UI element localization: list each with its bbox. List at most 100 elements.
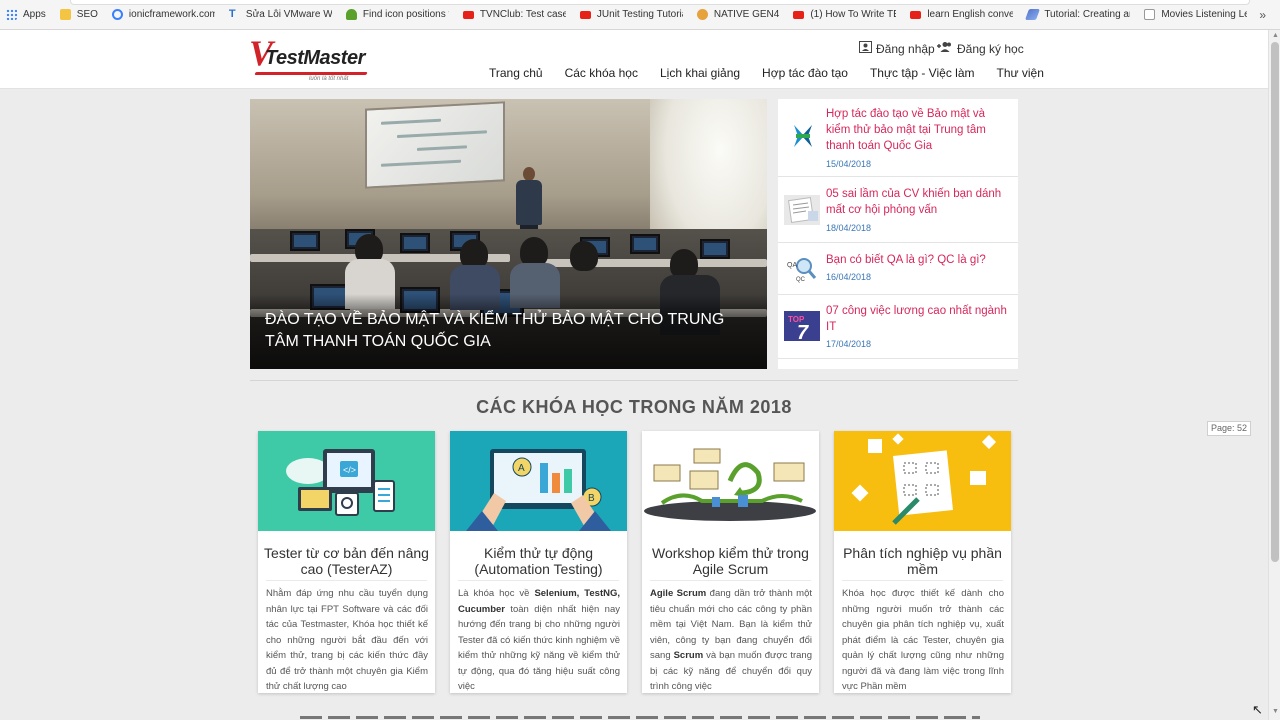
hero-photo-projector-screen	[365, 101, 505, 189]
nav-courses[interactable]: Các khóa học	[565, 66, 638, 80]
news-date: 18/04/2018	[826, 223, 872, 233]
desc-text: toàn diện nhất hiện nay hướng đến trang …	[458, 603, 620, 693]
page-icon	[1144, 9, 1156, 20]
course-card-agile-scrum[interactable]: Workshop kiểm thử trong Agile Scrum Agil…	[642, 431, 819, 693]
bookmark-label: Apps	[23, 9, 46, 20]
news-title[interactable]: Bạn có biết QA là gì? QC là gì?	[826, 252, 1012, 268]
register-label: Đăng ký học	[957, 41, 1024, 56]
course-card-business-analysis[interactable]: Phân tích nghiệp vụ phần mềm Khóa học đư…	[834, 431, 1011, 693]
course-description: Agile Scrum đang dần trở thành một tiêu …	[650, 586, 812, 695]
course-description: Nhằm đáp ứng nhu cầu tuyển dụng nhân lực…	[266, 588, 428, 692]
section-divider	[250, 380, 1018, 381]
news-item[interactable]: Hợp tác đào tạo về Bảo mật và kiểm thử b…	[778, 99, 1018, 177]
user-card-icon	[859, 41, 872, 56]
main-nav: Trang chủ Các khóa học Lịch khai giảng H…	[489, 66, 1066, 80]
svg-text:B: B	[588, 493, 595, 504]
news-item[interactable]: 05 sai lầm của CV khiến bạn dánh mất cơ …	[778, 177, 1018, 243]
bookmark-label: Find icon positions f	[362, 9, 449, 20]
t-logo-icon: T	[228, 8, 236, 20]
youtube-icon	[462, 10, 474, 19]
bookmark-label: NATIVE GEN4	[713, 9, 780, 20]
course-title[interactable]: Tester từ cơ bản đến nâng cao (TesterAZ)	[264, 545, 429, 577]
bookmark-label: Tutorial: Creating an	[1044, 9, 1131, 20]
bookmark-label: Movies Listening Le	[1161, 9, 1248, 20]
course-card-automation[interactable]: A B Kiểm thử tự động (Automation Testing…	[450, 431, 627, 693]
news-item[interactable]: TOP 7 07 công việc lương cao nhất ngành …	[778, 295, 1018, 359]
courses-section-title: CÁC KHÓA HỌC TRONG NĂM 2018	[476, 397, 792, 417]
youtube-icon	[579, 10, 591, 19]
bookmark-label: ionicframework.com	[128, 9, 215, 20]
logo-text: TestMaster	[265, 47, 365, 69]
bookmark-apps[interactable]: Apps	[6, 0, 46, 29]
site-header: V TestMaster luôn là tốt nhất Đăng nhập …	[0, 30, 1268, 89]
course-card-testeraz[interactable]: </> Tester từ cơ bản đến nâng cao (Teste…	[258, 431, 435, 693]
bookmark-label: Sửa Lỗi VMware Wo	[245, 9, 332, 20]
address-bar-edge	[70, 0, 1250, 5]
testmaster-logo[interactable]: V TestMaster luôn là tốt nhất	[249, 33, 374, 85]
next-section-text-cutoff	[300, 712, 980, 720]
youtube-icon	[793, 10, 805, 19]
scrollbar-thumb[interactable]	[1271, 42, 1279, 562]
card-divider	[842, 580, 1003, 581]
register-link[interactable]: Đăng ký học	[936, 41, 1024, 56]
hero-slide[interactable]: ĐÀO TẠO VỀ BẢO MẬT VÀ KIỂM THỬ BẢO MẬT C…	[250, 99, 767, 369]
card-divider	[650, 580, 811, 581]
page-scrollbar[interactable]: ▲ ▼	[1268, 30, 1280, 720]
news-date: 15/04/2018	[826, 159, 872, 169]
svg-text:7: 7	[797, 322, 809, 341]
news-sidebar: Hợp tác đào tạo về Bảo mật và kiểm thử b…	[778, 99, 1018, 369]
desc-text: Là khóa học về	[458, 588, 535, 599]
nav-home[interactable]: Trang chủ	[489, 66, 543, 80]
mouse-cursor-icon: ↖	[1252, 702, 1263, 717]
course-image-automation: A B	[450, 431, 627, 531]
svg-text:QC: QC	[796, 277, 806, 283]
nav-internship-jobs[interactable]: Thực tập - Việc làm	[870, 66, 975, 80]
scroll-up-arrow-icon[interactable]: ▲	[1272, 32, 1279, 39]
logo-tagline: luôn là tốt nhất	[309, 76, 349, 82]
bookmark-label: JUnit Testing Tutoria	[596, 9, 683, 20]
news-date: 17/04/2018	[826, 339, 872, 349]
feather-icon	[1025, 9, 1041, 20]
svg-text:</>: </>	[343, 465, 356, 475]
top7-icon: TOP 7	[784, 311, 820, 344]
nav-library[interactable]: Thư viện	[996, 66, 1043, 80]
svg-text:A: A	[518, 463, 525, 474]
cv-document-icon	[784, 195, 820, 225]
youtube-icon	[910, 10, 922, 19]
login-link[interactable]: Đăng nhập	[859, 41, 935, 56]
news-title[interactable]: Hợp tác đào tạo về Bảo mật và kiểm thử b…	[826, 106, 1012, 154]
course-description: Khóa học được thiết kế dành cho những ng…	[842, 588, 1004, 692]
apps-grid-icon	[6, 9, 17, 20]
login-label: Đăng nhập	[876, 41, 935, 56]
course-title[interactable]: Phân tích nghiệp vụ phần mềm	[840, 545, 1005, 577]
desc-emphasis: Agile Scrum	[650, 588, 707, 599]
card-divider	[266, 580, 427, 581]
nav-schedule[interactable]: Lịch khai giảng	[660, 66, 740, 80]
course-image-business-analysis	[834, 431, 1011, 531]
news-date: 16/04/2018	[826, 272, 872, 282]
bookmarks-overflow-button[interactable]: »	[1259, 8, 1266, 22]
news-item[interactable]: QA QC Bạn có biết QA là gì? QC là gì? 16…	[778, 243, 1018, 295]
course-title[interactable]: Workshop kiểm thử trong Agile Scrum	[648, 545, 813, 577]
folder-icon	[59, 9, 71, 20]
ionic-icon	[111, 9, 123, 20]
course-image-scrum-board	[642, 431, 819, 531]
add-user-icon	[936, 41, 953, 56]
hero-caption[interactable]: ĐÀO TẠO VỀ BẢO MẬT VÀ KIỂM THỬ BẢO MẬT C…	[265, 309, 745, 353]
qa-qc-magnifier-icon: QA QC	[784, 255, 820, 285]
course-title[interactable]: Kiểm thử tự động (Automation Testing)	[456, 545, 621, 577]
bookmark-label: learn English conver	[927, 9, 1014, 20]
plant-icon	[345, 9, 357, 20]
bookmarks-bar: Apps SEO ionicframework.com T Sửa Lỗi VM…	[0, 0, 1280, 30]
news-title[interactable]: 07 công việc lương cao nhất ngành IT	[826, 303, 1012, 335]
logo-swoosh	[254, 72, 368, 75]
desc-emphasis: Scrum	[673, 650, 704, 661]
nav-partnership[interactable]: Hợp tác đào tạo	[762, 66, 848, 80]
napas-logo-icon	[784, 121, 820, 151]
scroll-down-arrow-icon[interactable]: ▼	[1272, 708, 1279, 715]
news-title[interactable]: 05 sai lầm của CV khiến bạn dánh mất cơ …	[826, 186, 1012, 218]
orange-circle-icon	[696, 9, 708, 20]
page-number-badge: Page: 52	[1207, 421, 1251, 436]
card-divider	[458, 580, 619, 581]
bookmark-label: TVNClub: Test case	[479, 9, 566, 20]
